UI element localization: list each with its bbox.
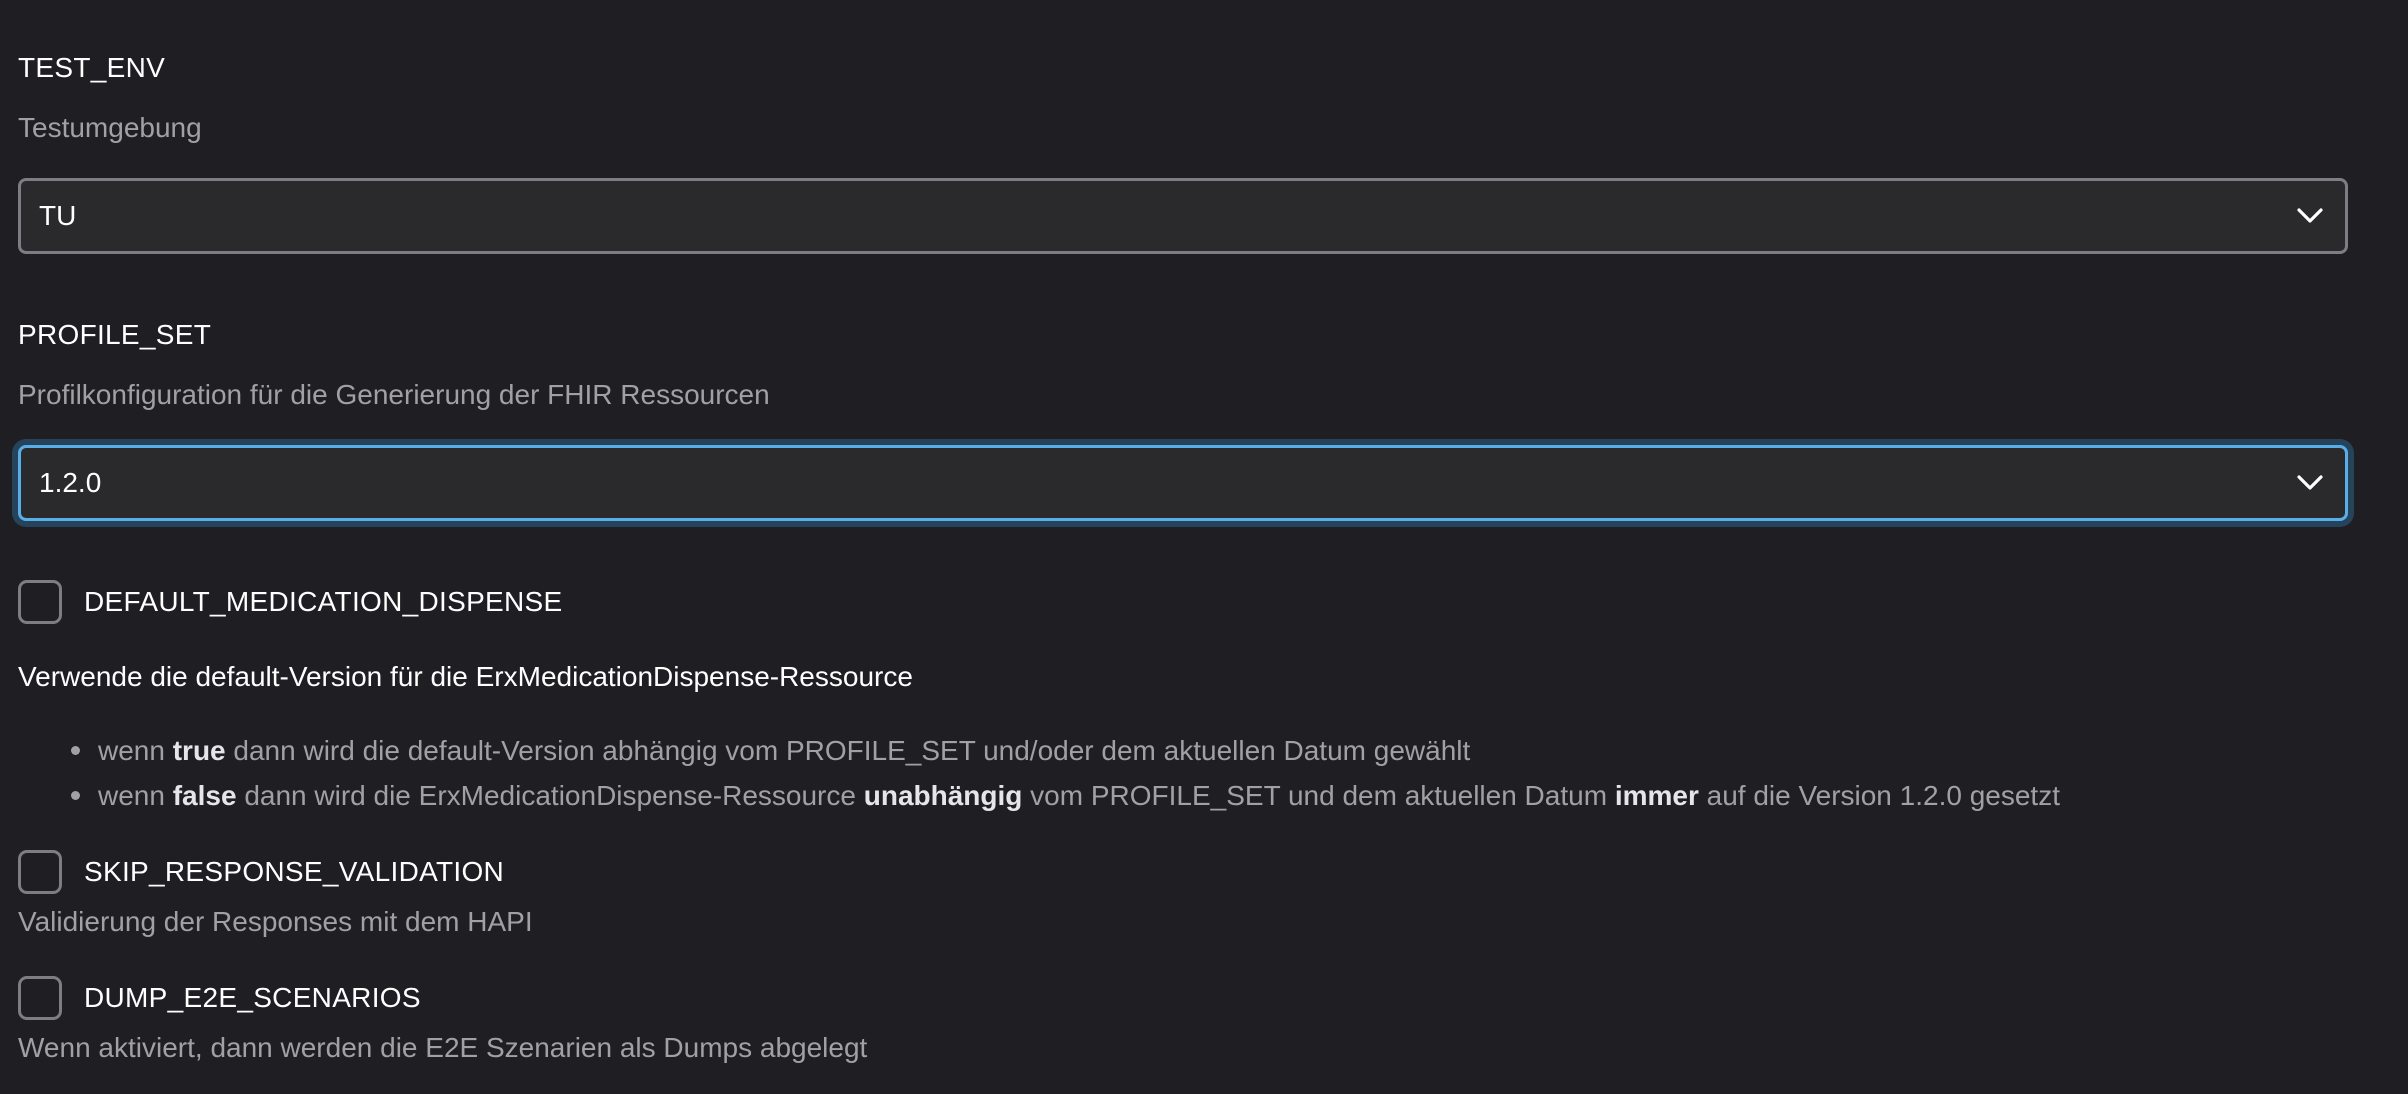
bullet-icon bbox=[71, 791, 80, 800]
test-env-title: TEST_ENV bbox=[18, 52, 166, 83]
profile-set-selected-value: 1.2.0 bbox=[39, 467, 102, 498]
skip-response-validation-checkbox[interactable] bbox=[18, 850, 62, 894]
bullet-item-false: wenn false dann wird die ErxMedicationDi… bbox=[98, 780, 2060, 812]
dump-e2e-scenarios-description: Wenn aktiviert, dann werden die E2E Szen… bbox=[18, 1032, 868, 1063]
bullet-keyword: unabhängig bbox=[863, 780, 1023, 811]
chevron-down-icon bbox=[2297, 474, 2323, 492]
profile-set-description: Profilkonfiguration für die Generierung … bbox=[18, 379, 770, 410]
bullet-text: wenn bbox=[98, 735, 173, 766]
skip-response-validation-label: SKIP_RESPONSE_VALIDATION bbox=[84, 856, 505, 887]
dump-e2e-scenarios-checkbox[interactable] bbox=[18, 976, 62, 1020]
bullet-text: dann wird die ErxMedicationDispense-Ress… bbox=[236, 780, 864, 811]
default-medication-dispense-checkbox[interactable] bbox=[18, 580, 62, 624]
skip-response-validation-description: Validierung der Responses mit dem HAPI bbox=[18, 906, 533, 937]
default-medication-dispense-label: DEFAULT_MEDICATION_DISPENSE bbox=[84, 586, 563, 617]
bullet-item-true: wenn true dann wird die default-Version … bbox=[98, 735, 1470, 767]
bullet-text: vom PROFILE_SET und dem aktuellen Datum bbox=[1022, 780, 1615, 811]
settings-page: TEST_ENV Testumgebung TU PROFILE_SET Pro… bbox=[0, 0, 2408, 1094]
profile-set-select[interactable]: 1.2.0 bbox=[18, 445, 2348, 521]
bullet-keyword: true bbox=[172, 735, 226, 766]
test-env-select[interactable]: TU bbox=[18, 178, 2348, 254]
dump-e2e-scenarios-label: DUMP_E2E_SCENARIOS bbox=[84, 982, 421, 1013]
bullet-text: wenn bbox=[98, 780, 173, 811]
chevron-down-icon bbox=[2297, 207, 2323, 225]
test-env-description: Testumgebung bbox=[18, 112, 202, 143]
bullet-keyword: false bbox=[172, 780, 237, 811]
bullet-keyword: immer bbox=[1614, 780, 1699, 811]
profile-set-title: PROFILE_SET bbox=[18, 319, 212, 350]
default-medication-dispense-description: Verwende die default-Version für die Erx… bbox=[18, 661, 913, 692]
bullet-text: dann wird die default-Version abhängig v… bbox=[225, 735, 1471, 766]
bullet-text: auf die Version 1.2.0 gesetzt bbox=[1698, 780, 2060, 811]
bullet-icon bbox=[71, 746, 80, 755]
test-env-selected-value: TU bbox=[39, 200, 77, 231]
